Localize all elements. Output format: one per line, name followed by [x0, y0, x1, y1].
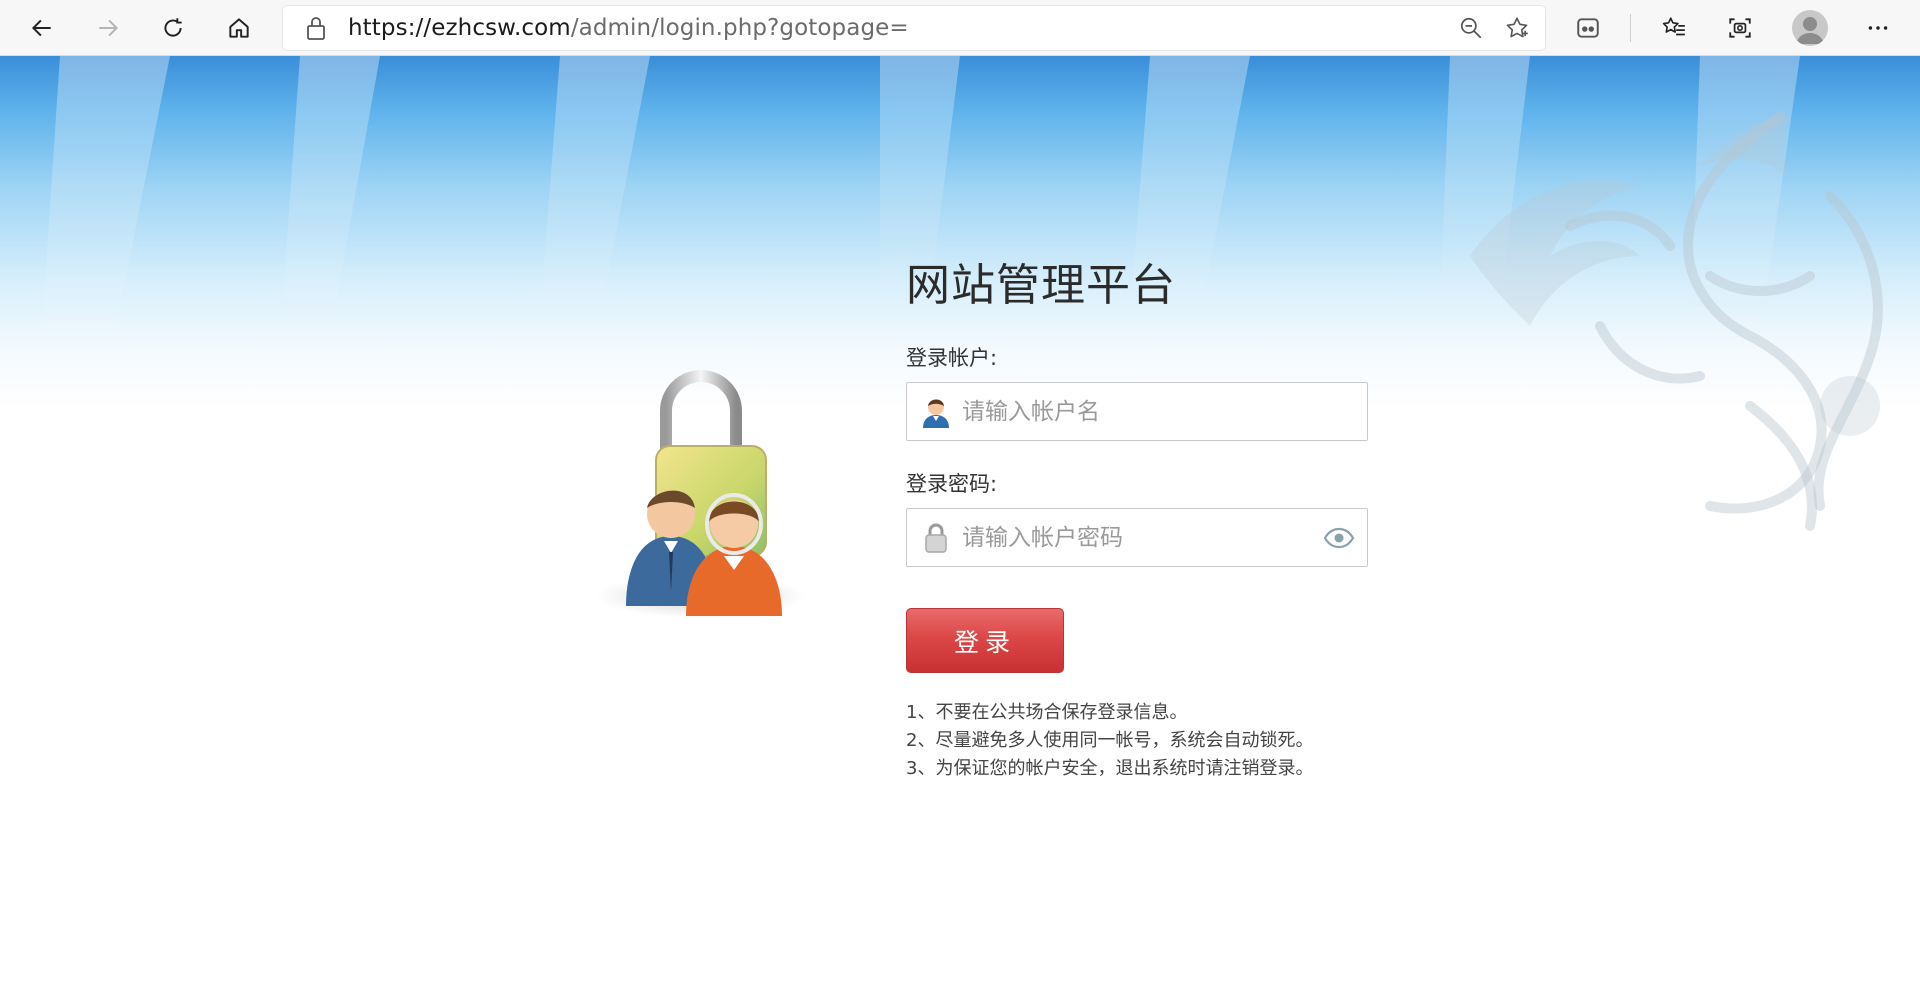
- url-text[interactable]: https://ezhcsw.com/admin/login.php?gotop…: [348, 14, 909, 42]
- url-host: https://ezhcsw.com: [348, 15, 571, 41]
- password-label: 登录密码:: [906, 472, 998, 496]
- favorite-star-icon[interactable]: [1504, 15, 1530, 41]
- user-icon: [923, 399, 949, 428]
- address-bar[interactable]: https://ezhcsw.com/admin/login.php?gotop…: [282, 5, 1546, 51]
- back-icon: [31, 19, 51, 37]
- favorites-button[interactable]: [1654, 8, 1694, 48]
- tip-item: 1、不要在公共场合保存登录信息。: [906, 702, 1188, 723]
- profile-icon: [1796, 17, 1824, 44]
- account-field[interactable]: 请输入帐户名: [906, 382, 1368, 441]
- page-title: 网站管理平台: [906, 260, 1176, 311]
- dragon-watermark: [1470, 111, 1883, 531]
- url-path: /admin/login.php?gotopage=: [570, 15, 909, 41]
- back-button[interactable]: [22, 8, 62, 48]
- users-lock-illustration: [596, 370, 806, 618]
- refresh-icon: [164, 18, 182, 37]
- forward-icon: [99, 19, 119, 37]
- tip-item: 3、为保证您的帐户安全，退出系统时请注销登录。: [906, 758, 1314, 779]
- screenshot-button[interactable]: [1720, 8, 1760, 48]
- home-button[interactable]: [219, 8, 259, 48]
- favorites-list-icon: [1662, 17, 1685, 36]
- login-page: 网站管理平台 登录帐户: 请输入帐户名 登录密码: 请输入帐户密码 登录 1、不…: [0, 56, 1920, 985]
- password-placeholder: 请输入帐户密码: [962, 525, 1123, 551]
- screenshot-icon: [1729, 18, 1751, 38]
- account-placeholder: 请输入帐户名: [962, 399, 1100, 425]
- more-button[interactable]: [1858, 8, 1898, 48]
- login-tips: 1、不要在公共场合保存登录信息。 2、尽量避免多人使用同一帐号，系统会自动锁死。…: [906, 699, 1313, 783]
- show-password-icon[interactable]: [1323, 526, 1355, 550]
- toolbar-divider: [1630, 14, 1631, 42]
- extensions-icon: [1577, 18, 1599, 38]
- refresh-button[interactable]: [153, 8, 193, 48]
- lock-icon: [307, 17, 325, 40]
- login-button[interactable]: 登录: [906, 608, 1064, 673]
- tip-item: 2、尽量避免多人使用同一帐号，系统会自动锁死。: [906, 730, 1314, 751]
- more-icon: [1868, 26, 1888, 30]
- forward-button[interactable]: [88, 8, 128, 48]
- password-field[interactable]: 请输入帐户密码: [906, 508, 1368, 567]
- home-icon: [229, 18, 249, 38]
- extensions-button[interactable]: [1568, 8, 1608, 48]
- profile-button[interactable]: [1792, 10, 1828, 46]
- zoom-icon[interactable]: [1458, 15, 1484, 41]
- account-label: 登录帐户:: [906, 346, 998, 370]
- browser-toolbar: https://ezhcsw.com/admin/login.php?gotop…: [0, 0, 1920, 56]
- padlock-icon: [925, 523, 947, 553]
